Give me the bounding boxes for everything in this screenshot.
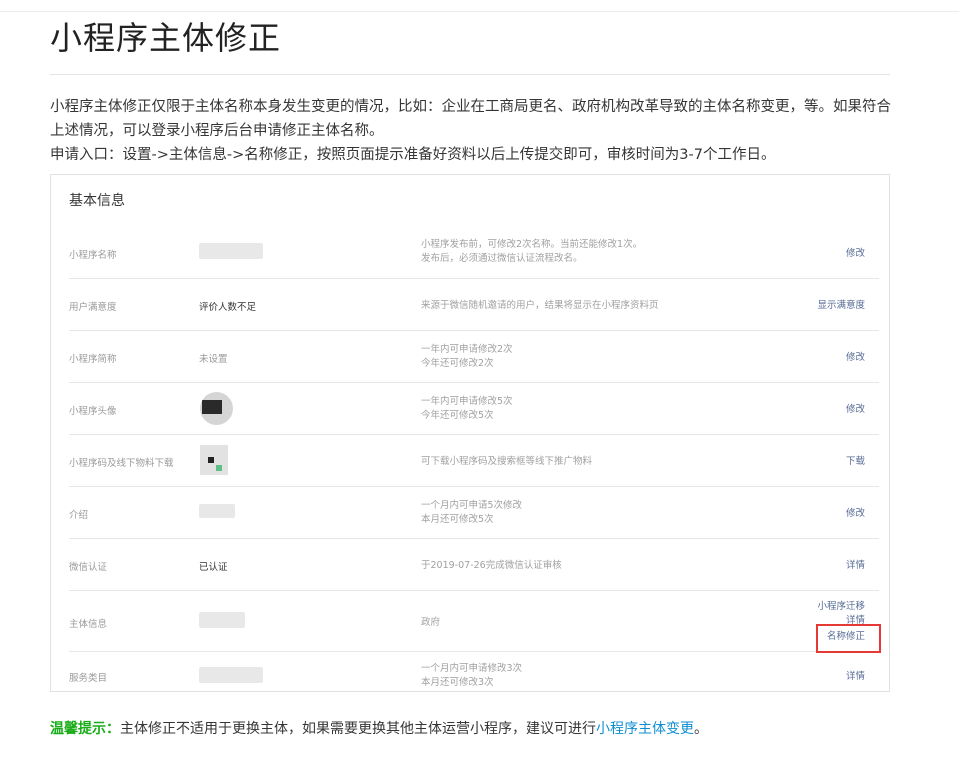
intro-paragraph-2: 申请入口：设置->主体信息->名称修正，按照页面提示准备好资料以后上传提交即可，… <box>50 147 776 163</box>
row-description: 政府 <box>421 617 441 628</box>
row-value: 未设置 <box>199 354 228 365</box>
page-title: 小程序主体修正 <box>50 19 282 57</box>
row-mini-program-name: 小程序名称 小程序发布前，可修改2次名称。当前还能修改1次。 发布后，必须通过微… <box>69 223 879 279</box>
row-label: 小程序简称 <box>69 354 117 365</box>
row-label: 小程序名称 <box>69 250 117 261</box>
name-correction-link[interactable]: 名称修正 <box>827 630 865 644</box>
row-label: 介绍 <box>69 510 89 521</box>
edit-intro-link[interactable]: 修改 <box>846 507 865 521</box>
row-short-name: 小程序简称 未设置 一年内可申请修改2次 今年还可修改2次 修改 <box>69 331 879 383</box>
row-description: 一个月内可申请5次修改 本月还可修改5次 <box>421 500 523 525</box>
row-description: 一年内可申请修改2次 今年还可修改2次 <box>421 344 513 369</box>
row-label: 微信认证 <box>69 562 108 573</box>
qr-code-icon <box>200 445 228 475</box>
info-rows: 小程序名称 小程序发布前，可修改2次名称。当前还能修改1次。 发布后，必须通过微… <box>69 223 881 698</box>
category-details-link[interactable]: 详情 <box>846 670 865 684</box>
row-value: 已认证 <box>199 562 228 573</box>
tip-text: 主体修正不适用于更换主体，如果需要更换其他主体运营小程序，建议可进行 <box>120 721 596 737</box>
edit-name-link[interactable]: 修改 <box>846 247 865 261</box>
row-description: 来源于微信随机邀请的用户，结果将显示在小程序资料页 <box>421 300 659 311</box>
blurred-entity-image <box>199 612 245 628</box>
edit-avatar-link[interactable]: 修改 <box>846 403 865 417</box>
blurred-intro-image <box>199 504 235 518</box>
row-service-categories: 服务类目 一个月内可申请修改3次 本月还可修改3次 详情 <box>69 652 879 698</box>
panel-heading: 基本信息 <box>69 193 125 209</box>
title-divider <box>50 74 890 75</box>
intro-paragraph-1: 小程序主体修正仅限于主体名称本身发生变更的情况，比如：企业在工商局更名、政府机构… <box>50 99 891 139</box>
row-label: 小程序头像 <box>69 406 117 417</box>
tip-end: 。 <box>694 721 708 737</box>
row-description: 于2019-07-26完成微信认证审核 <box>421 560 562 571</box>
top-divider <box>0 11 959 12</box>
warm-tip: 温馨提示：主体修正不适用于更换主体，如果需要更换其他主体运营小程序，建议可进行小… <box>50 718 708 738</box>
verification-details-link[interactable]: 详情 <box>846 559 865 573</box>
row-label: 用户满意度 <box>69 302 117 313</box>
blurred-name-image <box>199 243 263 259</box>
row-description: 可下载小程序码及搜索框等线下推广物料 <box>421 456 593 467</box>
row-description: 小程序发布前，可修改2次名称。当前还能修改1次。 发布后，必须通过微信认证流程改… <box>421 239 643 264</box>
row-description: 一年内可申请修改5次 今年还可修改5次 <box>421 396 513 421</box>
show-satisfaction-link[interactable]: 显示满意度 <box>817 299 865 313</box>
row-label: 主体信息 <box>69 619 108 630</box>
basic-info-panel: 基本信息 小程序名称 小程序发布前，可修改2次名称。当前还能修改1次。 发布后，… <box>50 174 890 692</box>
download-link[interactable]: 下载 <box>846 455 865 469</box>
row-user-satisfaction: 用户满意度 评价人数不足 来源于微信随机邀请的用户，结果将显示在小程序资料页 显… <box>69 279 879 331</box>
intro-text: 小程序主体修正仅限于主体名称本身发生变更的情况，比如：企业在工商局更名、政府机构… <box>50 95 900 167</box>
row-description: 一个月内可申请修改3次 本月还可修改3次 <box>421 663 523 688</box>
row-value: 评价人数不足 <box>199 302 257 313</box>
tip-lead: 温馨提示： <box>50 721 120 737</box>
blurred-category-image <box>199 667 263 683</box>
edit-short-name-link[interactable]: 修改 <box>846 351 865 365</box>
row-label: 小程序码及线下物料下载 <box>69 458 174 469</box>
row-wechat-verification: 微信认证 已认证 于2019-07-26完成微信认证审核 详情 <box>69 539 879 591</box>
row-entity-info: 主体信息 政府 小程序迁移 详情 名称修正 <box>69 591 881 653</box>
row-qr-code-download: 小程序码及线下物料下载 可下载小程序码及搜索框等线下推广物料 下载 <box>69 435 879 487</box>
row-label: 服务类目 <box>69 673 108 684</box>
row-avatar: 小程序头像 一年内可申请修改5次 今年还可修改5次 修改 <box>69 383 879 435</box>
row-introduction: 介绍 一个月内可申请5次修改 本月还可修改5次 修改 <box>69 487 879 539</box>
migrate-link[interactable]: 小程序迁移 <box>817 600 865 614</box>
avatar <box>200 392 233 425</box>
entity-change-link[interactable]: 小程序主体变更 <box>596 721 694 737</box>
